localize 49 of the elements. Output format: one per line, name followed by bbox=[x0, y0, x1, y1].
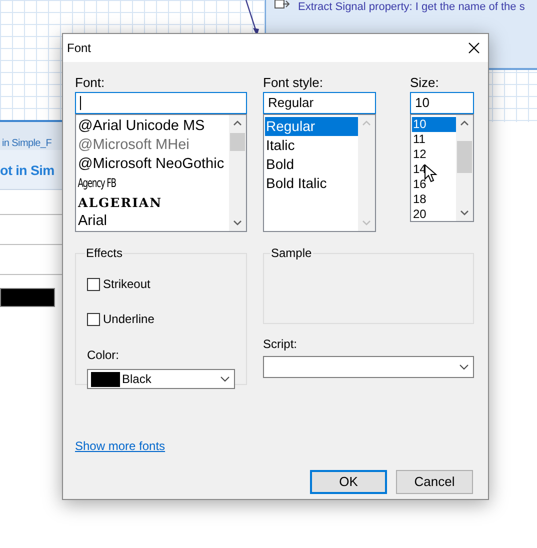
field-label: Size: bbox=[410, 76, 440, 92]
chevron-down-icon bbox=[459, 364, 469, 370]
font-size-item[interactable]: 11 bbox=[412, 132, 456, 147]
font-name-field[interactable] bbox=[75, 92, 247, 114]
font-list-item[interactable]: Agency FB bbox=[77, 174, 184, 193]
close-icon[interactable] bbox=[468, 42, 480, 54]
field-label: Script: bbox=[263, 336, 298, 353]
font-style-field[interactable]: Regular bbox=[263, 92, 376, 114]
checkbox[interactable]: Strikeout bbox=[87, 275, 235, 293]
font-size-field[interactable]: 10 bbox=[410, 92, 474, 114]
group-title: Effects bbox=[85, 245, 124, 262]
color-dropdown[interactable]: Black bbox=[87, 369, 235, 389]
field-label: Color: bbox=[87, 347, 120, 364]
script-dropdown[interactable] bbox=[263, 356, 474, 378]
font-style-item[interactable]: Regular bbox=[265, 117, 358, 136]
show-more-fonts-link[interactable]: Show more fonts bbox=[75, 437, 166, 455]
font-list-item[interactable]: ALGERIAN bbox=[77, 193, 229, 212]
font-size-item[interactable]: 10 bbox=[412, 117, 456, 132]
font-list[interactable]: @Arial Unicode MS @Microsoft MHei @Microsoft NeoGothic Agency FB ALGERIAN Arial bbox=[75, 114, 247, 232]
dialog-button[interactable]: OK bbox=[310, 470, 387, 494]
font-style-item[interactable]: Bold Italic bbox=[265, 174, 358, 193]
field-label: Font style: bbox=[263, 76, 324, 92]
node-title: Extract Signal property: I get the name of the s bbox=[298, 1, 525, 13]
font-style-item[interactable]: Bold bbox=[265, 155, 358, 174]
font-list-item[interactable]: @Microsoft MHei bbox=[77, 136, 229, 155]
font-list-item[interactable]: @Arial Unicode MS bbox=[77, 117, 229, 136]
node-icon bbox=[274, 0, 290, 10]
mouse-pointer-icon bbox=[424, 164, 438, 184]
scrollbar[interactable] bbox=[456, 115, 473, 221]
scrollbar[interactable] bbox=[229, 115, 246, 231]
text-cursor-icon bbox=[80, 96, 82, 110]
color-field bbox=[0, 288, 55, 307]
group-title: Sample bbox=[270, 245, 313, 262]
font-size-item[interactable]: 20 bbox=[412, 207, 456, 221]
dialog-button[interactable]: Cancel bbox=[396, 470, 473, 494]
font-size-item[interactable]: 18 bbox=[412, 192, 456, 207]
font-size-item[interactable]: 16 bbox=[412, 177, 456, 192]
window-title: Font bbox=[67, 40, 92, 57]
font-list-item[interactable]: Arial bbox=[77, 212, 229, 231]
font-style-list[interactable]: Regular Italic Bold Bold Italic bbox=[263, 114, 376, 232]
font-list-item[interactable]: @Microsoft NeoGothic bbox=[77, 155, 229, 174]
scrollbar[interactable] bbox=[358, 115, 375, 231]
font-size-item[interactable]: 12 bbox=[412, 147, 456, 162]
font-style-item[interactable]: Italic bbox=[265, 136, 358, 155]
checkbox[interactable]: Underline bbox=[87, 310, 235, 328]
chevron-down-icon bbox=[220, 376, 230, 382]
tab-label[interactable]: in Simple_F bbox=[2, 138, 52, 149]
field-label: Font: bbox=[75, 76, 106, 92]
section-heading: ot in Sim bbox=[0, 163, 54, 178]
